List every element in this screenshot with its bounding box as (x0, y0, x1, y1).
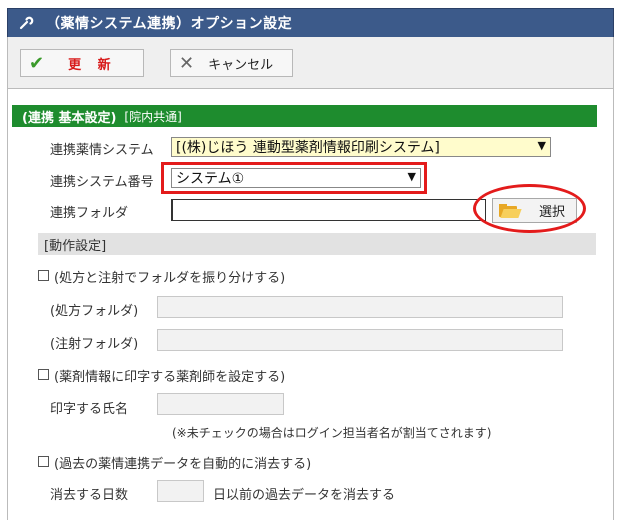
pharmacist-label: (薬剤情報に印字する薬剤師を設定する) (54, 370, 286, 385)
pharmacist-checkbox[interactable] (38, 369, 49, 380)
highlight-ellipse (473, 184, 586, 233)
delete-days-label: 消去する日数 (50, 488, 129, 503)
system-label: 連携薬情システム (50, 143, 154, 158)
folder-input[interactable] (171, 199, 486, 221)
checkmark-icon: ✔ (29, 52, 45, 74)
rx-folder-label: (処方フォルダ) (50, 304, 139, 319)
inj-folder-label: (注射フォルダ) (50, 337, 139, 352)
cancel-button[interactable]: ✕ キャンセル (170, 49, 293, 77)
update-button[interactable]: ✔ 更 新 (20, 49, 144, 77)
section-header: (連携 基本設定) [院内共通] (12, 105, 597, 127)
rx-folder-input[interactable] (157, 296, 563, 318)
toolbar: ✔ 更 新 ✕ キャンセル (7, 37, 614, 89)
section-title: (連携 基本設定) (22, 110, 117, 126)
pharmacist-name-label: 印字する氏名 (50, 402, 129, 417)
pharmacist-note: (※未チェックの場合はログイン担当者名が割当てされます) (172, 426, 492, 440)
highlight-box (161, 162, 427, 194)
folder-label: 連携フォルダ (50, 206, 129, 221)
delete-days-input[interactable] (157, 480, 204, 502)
behavior-header-label: [動作設定] (44, 238, 107, 254)
number-label: 連携システム番号 (50, 175, 154, 190)
window-titlebar: （薬情システム連携）オプション設定 (7, 8, 614, 38)
delete-days-suffix: 日以前の過去データを消去する (213, 488, 396, 503)
pharmacist-name-input[interactable] (157, 393, 284, 415)
cancel-button-label: キャンセル (208, 57, 274, 73)
wrench-icon (16, 12, 38, 34)
chevron-down-icon: ▼ (537, 139, 546, 152)
section-subtitle: [院内共通] (124, 109, 182, 124)
split-folder-checkbox[interactable] (38, 270, 49, 281)
auto-delete-checkbox[interactable] (38, 456, 49, 467)
system-select-value: [(株)じほう 連動型薬剤情報印刷システム] (176, 140, 440, 156)
update-button-label: 更 新 (68, 57, 117, 73)
inj-folder-input[interactable] (157, 329, 563, 351)
system-select[interactable]: [(株)じほう 連動型薬剤情報印刷システム] ▼ (171, 137, 551, 157)
split-folder-label: (処方と注射でフォルダを振り分けする) (54, 271, 286, 286)
window-title: （薬情システム連携）オプション設定 (46, 16, 293, 32)
auto-delete-label: (過去の薬情連携データを自動的に消去する) (54, 457, 312, 472)
behavior-header: [動作設定] (38, 233, 596, 255)
x-icon: ✕ (179, 52, 195, 74)
